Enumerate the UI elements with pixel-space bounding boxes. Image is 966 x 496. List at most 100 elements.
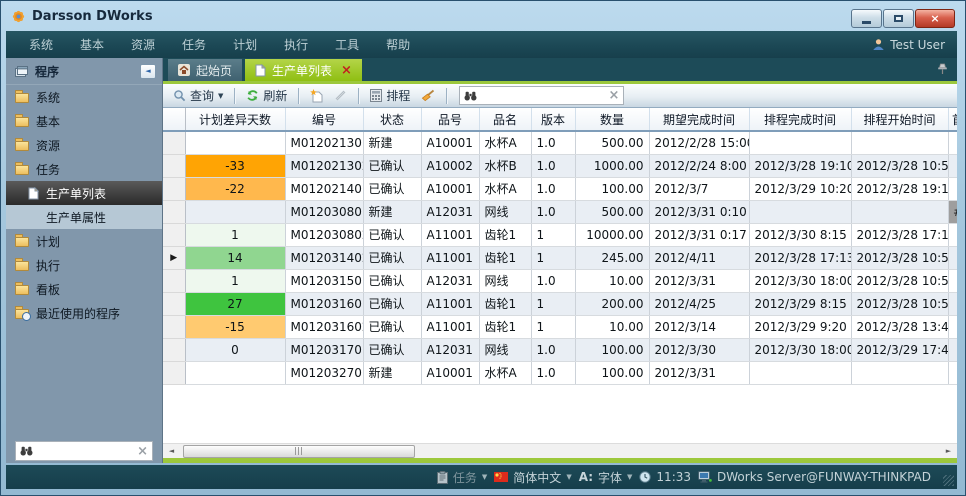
cell-due[interactable]: 2012/2/28 15:00 — [649, 131, 749, 154]
cell-sched_start[interactable] — [851, 200, 948, 223]
cell-item[interactable]: A11001 — [421, 223, 479, 246]
cell-extra[interactable] — [948, 131, 957, 154]
cell-ver[interactable]: 1.0 — [531, 131, 575, 154]
cell-diff[interactable]: 14 — [185, 246, 285, 269]
cell-sched_end[interactable] — [749, 361, 851, 384]
tab-start-page[interactable]: 起始页 — [168, 59, 242, 81]
cell-item[interactable]: A12031 — [421, 338, 479, 361]
cell-diff[interactable] — [185, 200, 285, 223]
cell-sched_end[interactable]: 2012/3/30 18:00 — [749, 269, 851, 292]
cell-no[interactable]: M012021302 — [285, 154, 363, 177]
cell-ver[interactable]: 1.0 — [531, 269, 575, 292]
cell-sched_end[interactable]: 2012/3/29 10:20 — [749, 177, 851, 200]
cell-qty[interactable]: 1000.00 — [575, 154, 649, 177]
cell-no[interactable]: M012031501 — [285, 269, 363, 292]
cell-ver[interactable]: 1.0 — [531, 200, 575, 223]
sidebar-item-resource[interactable]: 资源 — [6, 133, 162, 157]
cell-sched_end[interactable]: 2012/3/30 8:15 — [749, 223, 851, 246]
row-selector[interactable] — [163, 315, 185, 338]
col-expected-finish[interactable]: 期望完成时间 — [649, 108, 749, 131]
cell-sched_end[interactable]: 2012/3/28 17:13 — [749, 246, 851, 269]
cell-sched_start[interactable]: 2012/3/28 10:52 — [851, 154, 948, 177]
cell-diff[interactable]: 0 — [185, 338, 285, 361]
cell-due[interactable]: 2012/4/11 — [649, 246, 749, 269]
cell-item[interactable]: A10001 — [421, 131, 479, 154]
cell-extra[interactable] — [948, 154, 957, 177]
sidebar-item-production-order-list[interactable]: 生产单列表 — [6, 181, 162, 205]
table-row[interactable]: 1M012031501已确认A12031网线1.010.002012/3/312… — [163, 269, 957, 292]
cell-diff[interactable]: -15 — [185, 315, 285, 338]
menu-resource[interactable]: 资源 — [118, 31, 168, 58]
cell-name[interactable]: 网线 — [479, 269, 531, 292]
cell-diff[interactable]: 1 — [185, 269, 285, 292]
cell-sched_end[interactable]: 2012/3/30 18:00 — [749, 338, 851, 361]
sidebar-collapse-button[interactable]: ◄ — [140, 64, 156, 79]
table-row[interactable]: 1M012030802已确认A11001齿轮1110000.002012/3/3… — [163, 223, 957, 246]
cell-sched_end[interactable]: 2012/3/29 9:20 — [749, 315, 851, 338]
cell-qty[interactable]: 10000.00 — [575, 223, 649, 246]
col-number[interactable]: 编号 — [285, 108, 363, 131]
cell-item[interactable]: A10001 — [421, 361, 479, 384]
cell-extra[interactable] — [948, 223, 957, 246]
current-user[interactable]: Test User — [872, 38, 945, 52]
row-selector[interactable] — [163, 154, 185, 177]
cell-ver[interactable]: 1.0 — [531, 338, 575, 361]
cell-sched_start[interactable]: 2012/3/28 10:52 — [851, 292, 948, 315]
cell-status[interactable]: 新建 — [363, 361, 421, 384]
status-language-menu[interactable]: 简体中文 ▼ — [494, 469, 571, 486]
cell-qty[interactable]: 100.00 — [575, 361, 649, 384]
cell-no[interactable]: M012030801 — [285, 200, 363, 223]
cell-extra[interactable] — [948, 292, 957, 315]
cell-no[interactable]: M012031402 — [285, 246, 363, 269]
sidebar-item-kanban[interactable]: 看板 — [6, 277, 162, 301]
cell-extra[interactable] — [948, 338, 957, 361]
edit-button[interactable] — [331, 87, 350, 104]
cell-sched_start[interactable]: 2012/3/28 19:10 — [851, 177, 948, 200]
toolbar-search-input[interactable] — [481, 89, 604, 102]
cell-sched_end[interactable] — [749, 131, 851, 154]
cell-extra[interactable] — [948, 269, 957, 292]
cell-status[interactable]: 新建 — [363, 200, 421, 223]
cell-due[interactable]: 2012/3/14 — [649, 315, 749, 338]
row-selector[interactable] — [163, 269, 185, 292]
sidebar-item-production-order-properties[interactable]: 生产单属性 — [6, 205, 162, 229]
cell-sched_start[interactable]: 2012/3/28 10:52 — [851, 246, 948, 269]
cell-qty[interactable]: 500.00 — [575, 200, 649, 223]
row-selector[interactable] — [163, 223, 185, 246]
cell-ver[interactable]: 1 — [531, 315, 575, 338]
cell-due[interactable]: 2012/3/31 0:10 — [649, 200, 749, 223]
cell-sched_end[interactable]: 2012/3/29 8:15 — [749, 292, 851, 315]
maximize-button[interactable] — [883, 9, 914, 28]
cell-extra[interactable] — [948, 361, 957, 384]
tab-close-icon[interactable]: × — [341, 64, 352, 77]
cell-ver[interactable]: 1.0 — [531, 361, 575, 384]
cell-due[interactable]: 2012/3/31 — [649, 269, 749, 292]
cell-ver[interactable]: 1 — [531, 292, 575, 315]
cell-due[interactable]: 2012/3/31 — [649, 361, 749, 384]
cell-name[interactable]: 水杯B — [479, 154, 531, 177]
row-selector[interactable] — [163, 177, 185, 200]
row-selector[interactable] — [163, 361, 185, 384]
cell-due[interactable]: 2012/3/31 0:17 — [649, 223, 749, 246]
close-button[interactable]: × — [915, 9, 955, 28]
minimize-button[interactable] — [851, 9, 882, 28]
cell-diff[interactable]: 1 — [185, 223, 285, 246]
cell-item[interactable]: A11001 — [421, 292, 479, 315]
pin-icon[interactable] — [937, 62, 948, 75]
cell-extra[interactable] — [948, 315, 957, 338]
table-row[interactable]: M012030801新建A12031网线1.0500.002012/3/31 0… — [163, 200, 957, 223]
cell-diff[interactable] — [185, 131, 285, 154]
cell-no[interactable]: M012021301 — [285, 131, 363, 154]
cell-diff[interactable]: -33 — [185, 154, 285, 177]
menu-plan[interactable]: 计划 — [220, 31, 270, 58]
cell-sched_start[interactable] — [851, 361, 948, 384]
menu-tools[interactable]: 工具 — [322, 31, 372, 58]
row-selector[interactable] — [163, 131, 185, 154]
cell-sched_start[interactable]: 2012/3/29 17:46 — [851, 338, 948, 361]
cell-name[interactable]: 齿轮1 — [479, 246, 531, 269]
cell-item[interactable]: A10001 — [421, 177, 479, 200]
scroll-right-icon[interactable]: ► — [940, 444, 957, 459]
cell-item[interactable]: A11001 — [421, 246, 479, 269]
table-row[interactable]: -22M012021401已确认A10001水杯A1.0100.002012/3… — [163, 177, 957, 200]
sidebar-item-basic[interactable]: 基本 — [6, 109, 162, 133]
